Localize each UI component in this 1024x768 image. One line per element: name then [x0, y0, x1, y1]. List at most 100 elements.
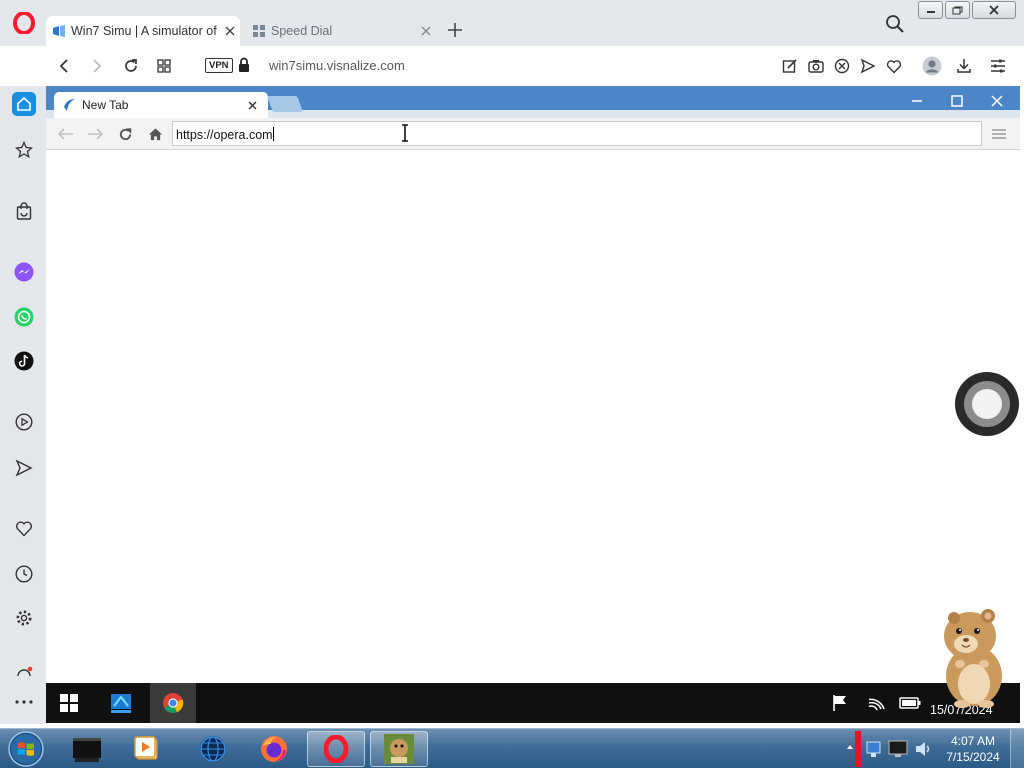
opera-logo-icon[interactable] — [13, 12, 35, 34]
tray-expand-icon[interactable] — [846, 743, 854, 751]
sidebar-messenger-button[interactable] — [12, 260, 36, 284]
sim-taskbar: 15/07/2024 — [46, 683, 1020, 723]
search-tabs-icon[interactable] — [884, 13, 906, 35]
sidebar-notification-button[interactable] — [12, 666, 36, 676]
profile-button[interactable] — [920, 54, 944, 78]
sim-forward-button[interactable] — [85, 124, 105, 144]
sidebar-tiktok-button[interactable] — [12, 349, 36, 373]
text-cursor-icon — [402, 124, 408, 142]
sidebar-more-button[interactable] — [12, 690, 36, 714]
send-button[interactable] — [856, 54, 880, 78]
sim-reload-button[interactable] — [115, 124, 135, 144]
sidebar-history-button[interactable] — [12, 562, 36, 586]
sim-maximize-button[interactable] — [945, 90, 969, 112]
sim-start-button[interactable] — [46, 683, 92, 723]
close-icon — [989, 5, 999, 15]
sidebar-player-button[interactable] — [12, 410, 36, 434]
text-caret — [272, 127, 274, 141]
send-icon — [15, 459, 33, 477]
assistive-touch-button[interactable] — [955, 372, 1019, 436]
vpn-badge[interactable]: VPN — [205, 58, 233, 73]
more-icon — [15, 700, 33, 704]
back-button[interactable] — [52, 54, 76, 78]
sim-taskbar-chrome[interactable] — [150, 683, 196, 723]
heart-icon — [16, 521, 32, 537]
minimize-icon — [912, 100, 922, 102]
reload-button[interactable] — [119, 54, 143, 78]
host-taskbar-opera[interactable] — [307, 731, 365, 767]
host-clock[interactable]: 4:07 AM 7/15/2024 — [940, 733, 1006, 765]
maximize-icon — [951, 95, 963, 107]
sim-address-input[interactable]: https://opera.com — [172, 121, 982, 146]
sim-title-bar[interactable]: New Tab — [46, 86, 1020, 118]
sim-tab-title: New Tab — [82, 98, 129, 112]
simulated-browser-window: New Tab https://opera.com — [46, 86, 1020, 684]
host-taskbar-box[interactable] — [370, 731, 428, 767]
firefox-icon — [261, 736, 287, 762]
minimize-button[interactable] — [918, 1, 943, 19]
battery-icon — [899, 697, 921, 709]
network-tray-icon[interactable] — [866, 739, 886, 759]
sim-close-tab-button[interactable] — [242, 101, 262, 110]
opera-tab-bar: Win7 Simu | A simulator of Speed Dial — [0, 0, 1024, 46]
hamster-mascot-image[interactable] — [930, 604, 1010, 708]
sidebar-settings-button[interactable] — [12, 606, 36, 630]
close-tab-button[interactable] — [220, 21, 240, 41]
favorite-button[interactable] — [882, 54, 906, 78]
heart-icon — [886, 59, 902, 74]
url-field[interactable]: win7simu.visnalize.com — [269, 58, 405, 73]
sim-menu-button[interactable] — [989, 124, 1009, 144]
windows-start-icon — [60, 694, 78, 712]
sidebar-shopping-button[interactable] — [12, 199, 36, 223]
download-icon — [957, 59, 971, 73]
monitor-tray-icon[interactable] — [888, 739, 910, 759]
windows-orb-icon[interactable] — [6, 730, 46, 768]
sim-taskbar-edge[interactable] — [98, 683, 144, 723]
restore-button[interactable] — [945, 1, 970, 19]
sim-back-button[interactable] — [56, 124, 76, 144]
host-clock-date: 7/15/2024 — [946, 750, 1000, 764]
sidebar-pinboards-button[interactable] — [12, 516, 36, 540]
sidebar-bookmarks-button[interactable] — [12, 138, 36, 162]
sim-tab-new-tab[interactable]: New Tab — [54, 92, 268, 118]
downloads-button[interactable] — [952, 54, 976, 78]
host-taskbar-media-player[interactable] — [118, 731, 176, 767]
snapshot-button[interactable] — [804, 54, 828, 78]
sidebar-home-button[interactable] — [12, 92, 36, 116]
host-taskbar-firefox[interactable] — [245, 731, 303, 767]
send-icon — [860, 58, 876, 74]
sim-home-button[interactable] — [145, 124, 165, 144]
win7simu-favicon-icon — [53, 25, 65, 37]
easy-setup-button[interactable] — [778, 54, 802, 78]
ad-blocker-button[interactable] — [830, 54, 854, 78]
terminal-icon — [73, 738, 101, 762]
host-taskbar-globe[interactable] — [184, 731, 242, 767]
lock-icon[interactable] — [237, 57, 251, 73]
speed-dial-icon — [253, 25, 265, 37]
messenger-icon — [14, 262, 34, 282]
tab-speed-dial[interactable]: Speed Dial — [246, 16, 436, 46]
sidebar-whatsapp-button[interactable] — [12, 305, 36, 329]
sidebar-flow-button[interactable] — [12, 456, 36, 480]
close-window-button[interactable] — [972, 1, 1016, 19]
new-tab-plus-icon[interactable] — [444, 19, 466, 41]
whatsapp-icon — [14, 307, 34, 327]
close-icon — [991, 95, 1003, 107]
easy-setup-menu-button[interactable] — [986, 54, 1010, 78]
close-tab-button[interactable] — [416, 21, 436, 41]
tab-win7-simu[interactable]: Win7 Simu | A simulator of — [46, 16, 240, 46]
avatar-icon — [922, 56, 942, 76]
show-desktop-button[interactable] — [1010, 729, 1024, 768]
sim-minimize-button[interactable] — [905, 90, 929, 112]
tab-overview-button[interactable] — [152, 54, 176, 78]
sim-new-tab-button[interactable] — [267, 96, 303, 112]
speaker-tray-icon[interactable] — [914, 739, 934, 759]
shopping-icon — [16, 202, 32, 220]
sim-tray-battery[interactable] — [888, 683, 932, 723]
forward-arrow-icon — [88, 128, 103, 140]
player-icon — [15, 413, 33, 431]
sim-close-button[interactable] — [985, 90, 1009, 112]
host-taskbar-terminal[interactable] — [58, 731, 116, 767]
sim-page-content[interactable] — [46, 150, 1020, 684]
forward-button[interactable] — [85, 54, 109, 78]
